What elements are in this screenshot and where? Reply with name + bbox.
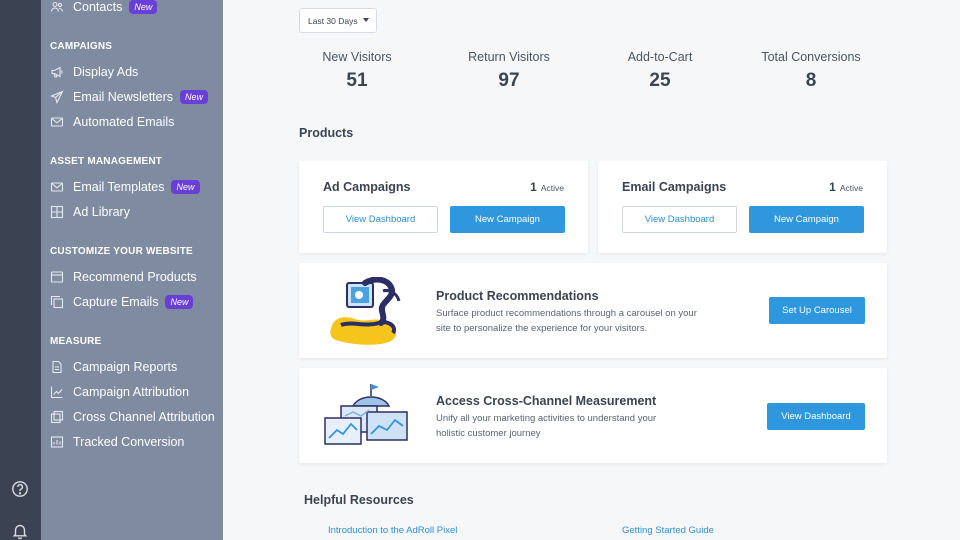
- sidebar: Contacts New CAMPAIGNS Display Ads Email…: [41, 0, 223, 540]
- new-campaign-button[interactable]: New Campaign: [749, 206, 864, 233]
- browser-icon: [50, 270, 64, 284]
- sidebar-section-asset-management: ASSET MANAGEMENT: [50, 156, 163, 167]
- new-badge: New: [129, 0, 158, 14]
- measurement-illustration-icon: [324, 384, 408, 445]
- stat-label: New Visitors: [322, 50, 392, 64]
- email-campaigns-card: Email Campaigns 1 Active View Dashboard N…: [598, 161, 887, 253]
- promo-description: Unify all your marketing activities to u…: [436, 413, 657, 439]
- sidebar-item-email-newsletters[interactable]: Email Newsletters New: [50, 88, 209, 106]
- sidebar-item-label: Display Ads: [73, 65, 139, 79]
- product-recommendations-card: Product Recommendations Surface product …: [299, 263, 887, 358]
- promo-title: Product Recommendations: [436, 289, 599, 303]
- carousel-illustration-icon: [330, 277, 401, 345]
- layers-icon: [50, 410, 64, 424]
- sidebar-item-label: Ad Library: [73, 205, 130, 219]
- sidebar-item-cross-channel-attribution[interactable]: Cross Channel Attribution: [50, 408, 215, 426]
- caret-down-icon: [363, 18, 369, 22]
- link-adroll-pixel-intro[interactable]: Introduction to the AdRoll Pixel: [328, 525, 457, 536]
- view-dashboard-button[interactable]: View Dashboard: [323, 206, 438, 233]
- stat-value: 25: [649, 70, 671, 91]
- envelope-icon: [50, 115, 64, 129]
- helpful-resources-title: Helpful Resources: [304, 493, 414, 507]
- bell-icon[interactable]: [11, 522, 29, 540]
- stat-label: Total Conversions: [761, 50, 861, 64]
- sidebar-item-capture-emails[interactable]: Capture Emails New: [50, 293, 194, 311]
- stat-add-to-cart: Add-to-Cart 25: [595, 50, 725, 92]
- stat-return-visitors: Return Visitors 97: [444, 50, 574, 92]
- sidebar-section-campaigns: CAMPAIGNS: [50, 41, 113, 52]
- sidebar-item-label: Cross Channel Attribution: [73, 410, 215, 424]
- stat-value: 51: [346, 70, 368, 91]
- copy-icon: [50, 295, 64, 309]
- paper-plane-icon: [50, 90, 64, 104]
- link-getting-started-guide[interactable]: Getting Started Guide: [622, 525, 714, 536]
- sidebar-item-label: Campaign Attribution: [73, 385, 190, 399]
- sidebar-item-label: Email Newsletters: [73, 90, 174, 104]
- stat-new-visitors: New Visitors 51: [292, 50, 422, 92]
- active-count: 1 Active: [530, 180, 564, 194]
- stat-total-conversions: Total Conversions 8: [746, 50, 876, 92]
- sidebar-item-tracked-conversion[interactable]: Tracked Conversion: [50, 433, 184, 451]
- cross-channel-measurement-card: Access Cross-Channel Measurement Unify a…: [299, 368, 887, 463]
- sidebar-item-label: Email Templates: [73, 180, 165, 194]
- document-icon: [50, 360, 64, 374]
- help-icon[interactable]: [11, 480, 29, 498]
- sidebar-item-ad-library[interactable]: Ad Library: [50, 203, 130, 221]
- sidebar-item-label: Capture Emails: [73, 295, 159, 309]
- date-range-select[interactable]: Last 30 Days: [299, 8, 377, 33]
- icon-rail: [0, 0, 41, 540]
- sidebar-item-label: Automated Emails: [73, 115, 175, 129]
- set-up-carousel-button[interactable]: Set Up Carousel: [769, 297, 865, 324]
- contacts-icon: [50, 0, 64, 14]
- main-content: Last 30 Days New Visitors 51 Return Visi…: [223, 0, 960, 540]
- sidebar-item-label: Contacts: [73, 0, 123, 14]
- new-badge: New: [180, 90, 209, 104]
- date-range-value: Last 30 Days: [308, 15, 358, 26]
- stat-label: Add-to-Cart: [627, 50, 693, 64]
- promo-title: Access Cross-Channel Measurement: [436, 394, 657, 408]
- sidebar-item-label: Recommend Products: [73, 270, 197, 284]
- view-dashboard-button[interactable]: View Dashboard: [622, 206, 737, 233]
- card-title: Email Campaigns: [622, 180, 727, 194]
- count-label: Active: [839, 183, 863, 193]
- count-label: Active: [540, 183, 564, 193]
- sidebar-item-contacts[interactable]: Contacts New: [50, 0, 158, 16]
- products-title: Products: [299, 126, 354, 140]
- new-campaign-button[interactable]: New Campaign: [450, 206, 565, 233]
- sidebar-item-label: Campaign Reports: [73, 360, 178, 374]
- count-value: 1: [530, 180, 537, 194]
- stat-value: 97: [498, 70, 520, 91]
- sidebar-item-automated-emails[interactable]: Automated Emails: [50, 113, 174, 131]
- stat-value: 8: [805, 70, 817, 91]
- count-value: 1: [829, 180, 836, 194]
- card-title: Ad Campaigns: [323, 180, 411, 194]
- new-badge: New: [171, 180, 200, 194]
- ad-campaigns-card: Ad Campaigns 1 Active View Dashboard New …: [299, 161, 588, 253]
- sidebar-item-label: Tracked Conversion: [73, 435, 185, 449]
- promo-description: Surface product recommendations through …: [436, 308, 697, 334]
- megaphone-icon: [50, 65, 64, 79]
- envelope-icon: [50, 180, 64, 194]
- report-icon: [50, 435, 64, 449]
- new-badge: New: [165, 295, 194, 309]
- sidebar-item-recommend-products[interactable]: Recommend Products: [50, 268, 197, 286]
- stat-label: Return Visitors: [468, 50, 550, 64]
- sidebar-item-display-ads[interactable]: Display Ads: [50, 63, 138, 81]
- active-count: 1 Active: [829, 180, 863, 194]
- line-chart-icon: [50, 385, 64, 399]
- sidebar-section-customize-website: CUSTOMIZE YOUR WEBSITE: [50, 246, 193, 257]
- sidebar-item-campaign-reports[interactable]: Campaign Reports: [50, 358, 177, 376]
- sidebar-item-campaign-attribution[interactable]: Campaign Attribution: [50, 383, 189, 401]
- sidebar-section-measure: MEASURE: [50, 336, 102, 347]
- sidebar-item-email-templates[interactable]: Email Templates New: [50, 178, 200, 196]
- grid-icon: [50, 205, 64, 219]
- view-dashboard-button[interactable]: View Dashboard: [767, 403, 865, 430]
